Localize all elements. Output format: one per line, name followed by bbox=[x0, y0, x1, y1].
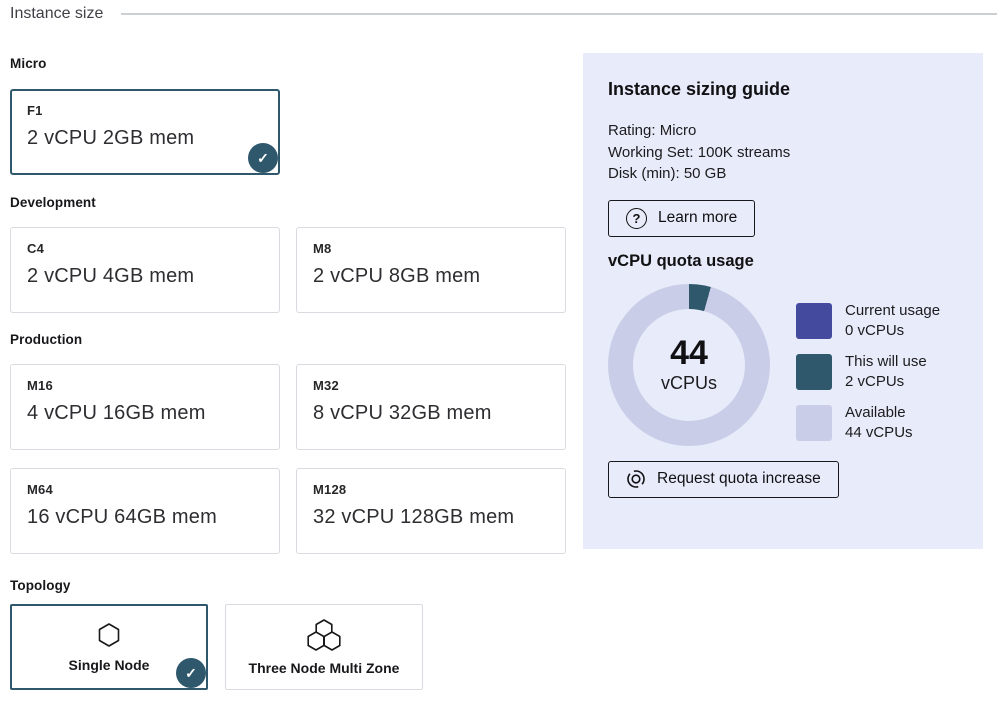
section-label-development: Development bbox=[10, 195, 566, 210]
guide-title: Instance sizing guide bbox=[608, 79, 958, 100]
request-quota-label: Request quota increase bbox=[657, 470, 821, 488]
legend-swatch bbox=[796, 303, 832, 339]
selected-badge: ✓ bbox=[248, 143, 278, 173]
size-card-c4[interactable]: C4 2 vCPU 4GB mem bbox=[10, 227, 280, 313]
size-card-name: M16 bbox=[27, 378, 263, 393]
size-card-spec: 16 vCPU 64GB mem bbox=[27, 506, 263, 529]
learn-more-label: Learn more bbox=[658, 209, 737, 227]
donut-center-value: 44 bbox=[670, 335, 708, 371]
legend-text: Current usage 0 vCPUs bbox=[845, 301, 940, 341]
size-card-name: M32 bbox=[313, 378, 549, 393]
chart-legend: Current usage 0 vCPUs This will use 2 vC… bbox=[796, 301, 940, 446]
learn-more-button[interactable]: ? Learn more bbox=[608, 200, 755, 237]
page-header: Instance size bbox=[10, 5, 997, 23]
size-card-m32[interactable]: M32 8 vCPU 32GB mem bbox=[296, 364, 566, 450]
guide-info: Rating: Micro Working Set: 100K streams … bbox=[608, 120, 958, 185]
size-card-name: F1 bbox=[27, 103, 263, 118]
legend-text: Available 44 vCPUs bbox=[845, 403, 913, 443]
size-card-m64[interactable]: M64 16 vCPU 64GB mem bbox=[10, 468, 280, 554]
donut-center-label: vCPUs bbox=[661, 373, 717, 394]
vcpu-donut-chart: 44 vCPUs bbox=[608, 284, 770, 446]
legend-item-current-usage: Current usage 0 vCPUs bbox=[796, 301, 940, 341]
legend-item-available: Available 44 vCPUs bbox=[796, 403, 940, 443]
quota-increase-icon bbox=[626, 469, 646, 489]
size-card-spec: 4 vCPU 16GB mem bbox=[27, 402, 263, 425]
legend-text: This will use 2 vCPUs bbox=[845, 352, 927, 392]
size-card-m16[interactable]: M16 4 vCPU 16GB mem bbox=[10, 364, 280, 450]
topology-option-label: Single Node bbox=[69, 657, 150, 673]
size-card-name: M128 bbox=[313, 482, 549, 497]
topology-option-label: Three Node Multi Zone bbox=[249, 660, 400, 676]
legend-swatch bbox=[796, 405, 832, 441]
check-icon: ✓ bbox=[185, 665, 197, 682]
instance-sizing-guide-panel: Instance sizing guide Rating: Micro Work… bbox=[583, 53, 983, 549]
section-label-topology: Topology bbox=[10, 578, 566, 593]
section-label-production: Production bbox=[10, 332, 566, 347]
single-hexagon-icon bbox=[97, 622, 121, 648]
legend-item-this-will-use: This will use 2 vCPUs bbox=[796, 352, 940, 392]
guide-disk: Disk (min): 50 GB bbox=[608, 163, 958, 185]
quota-usage-title: vCPU quota usage bbox=[608, 252, 958, 271]
guide-rating: Rating: Micro bbox=[608, 120, 958, 142]
size-card-spec: 32 vCPU 128GB mem bbox=[313, 506, 549, 529]
size-card-name: C4 bbox=[27, 241, 263, 256]
size-card-name: M8 bbox=[313, 241, 549, 256]
page-title: Instance size bbox=[10, 5, 103, 23]
donut-center: 44 vCPUs bbox=[633, 309, 745, 421]
section-label-micro: Micro bbox=[10, 56, 566, 71]
three-hexagons-icon bbox=[306, 619, 342, 651]
request-quota-increase-button[interactable]: Request quota increase bbox=[608, 461, 839, 498]
size-card-m128[interactable]: M128 32 vCPU 128GB mem bbox=[296, 468, 566, 554]
legend-swatch bbox=[796, 354, 832, 390]
topology-card-single-node[interactable]: Single Node ✓ bbox=[10, 604, 208, 690]
size-card-m8[interactable]: M8 2 vCPU 8GB mem bbox=[296, 227, 566, 313]
vcpu-quota-chart: 44 vCPUs Current usage 0 vCPUs This will… bbox=[608, 284, 958, 446]
selected-badge: ✓ bbox=[176, 658, 206, 688]
guide-working-set: Working Set: 100K streams bbox=[608, 142, 958, 164]
header-divider bbox=[121, 13, 997, 15]
size-card-spec: 8 vCPU 32GB mem bbox=[313, 402, 549, 425]
size-card-f1[interactable]: F1 2 vCPU 2GB mem ✓ bbox=[10, 89, 280, 175]
size-card-spec: 2 vCPU 2GB mem bbox=[27, 127, 263, 150]
question-circle-icon: ? bbox=[626, 208, 647, 229]
topology-card-three-node-multi-zone[interactable]: Three Node Multi Zone bbox=[225, 604, 423, 690]
size-card-spec: 2 vCPU 8GB mem bbox=[313, 265, 549, 288]
check-icon: ✓ bbox=[257, 150, 269, 167]
instance-size-options: Micro F1 2 vCPU 2GB mem ✓ Development C4… bbox=[10, 50, 566, 690]
size-card-spec: 2 vCPU 4GB mem bbox=[27, 265, 263, 288]
size-card-name: M64 bbox=[27, 482, 263, 497]
